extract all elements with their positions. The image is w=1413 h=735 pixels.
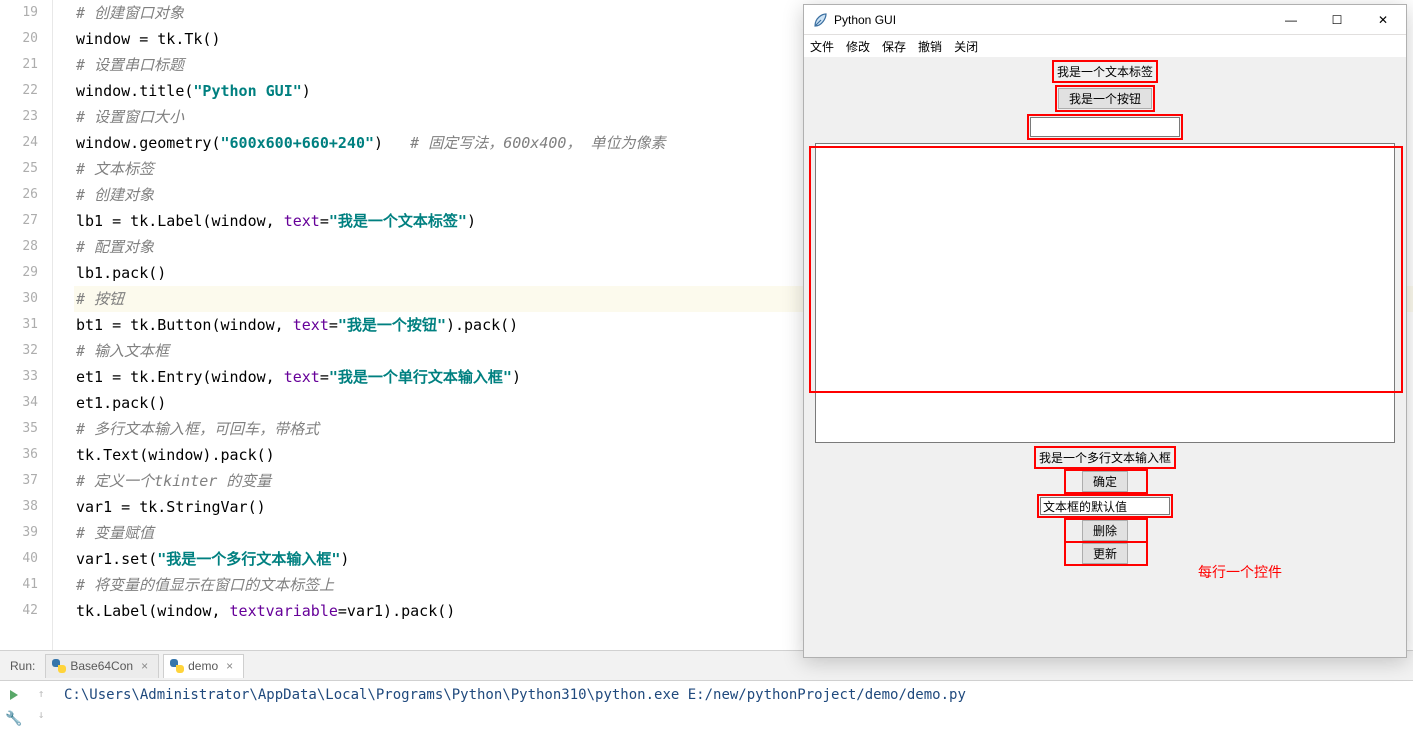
menu-undo[interactable]: 撤销: [918, 38, 942, 55]
menu-save[interactable]: 保存: [882, 38, 906, 55]
tk-text-widget[interactable]: [815, 143, 1395, 443]
line-number: 37: [0, 468, 38, 494]
run-tab-base64con[interactable]: Base64Con ×: [45, 654, 159, 678]
settings-button[interactable]: 🔧: [6, 711, 22, 727]
line-number: 39: [0, 520, 38, 546]
minimize-button[interactable]: —: [1268, 5, 1314, 35]
line-number: 33: [0, 364, 38, 390]
tk-button-1[interactable]: 我是一个按钮: [1058, 88, 1152, 109]
line-number: 32: [0, 338, 38, 364]
tk-menubar: 文件 修改 保存 撤销 关闭: [804, 35, 1406, 57]
line-number: 24: [0, 130, 38, 156]
line-number: 22: [0, 78, 38, 104]
tk-button-delete[interactable]: 删除: [1082, 520, 1128, 541]
tk-label-multiline: 我是一个多行文本输入框: [1037, 451, 1173, 465]
line-number: 26: [0, 182, 38, 208]
tk-body: 我是一个文本标签 我是一个按钮 我是一个多行文本输入框 确定 文本框的默认值 删…: [804, 57, 1406, 657]
run-label: Run:: [0, 659, 45, 673]
tk-entry-1[interactable]: [1030, 117, 1180, 137]
menu-close[interactable]: 关闭: [954, 38, 978, 55]
line-number: 42: [0, 598, 38, 624]
line-number: 19: [0, 0, 38, 26]
line-number: 36: [0, 442, 38, 468]
line-number: 34: [0, 390, 38, 416]
line-number: 28: [0, 234, 38, 260]
menu-file[interactable]: 文件: [810, 38, 834, 55]
line-number: 41: [0, 572, 38, 598]
tk-titlebar[interactable]: Python GUI — ☐ ✕: [804, 5, 1406, 35]
tk-annotation-text: 每行一个控件: [1198, 562, 1282, 582]
tkinter-window: Python GUI — ☐ ✕ 文件 修改 保存 撤销 关闭 我是一个文本标签…: [803, 4, 1407, 658]
arrow-down-icon[interactable]: ↓: [38, 708, 45, 721]
line-number: 25: [0, 156, 38, 182]
line-number: 27: [0, 208, 38, 234]
tk-feather-icon: [812, 12, 828, 28]
run-panel: Run: Base64Con × demo × 🔧 ↑ ↓ C:\Users\A…: [0, 650, 1413, 735]
tk-entry-default[interactable]: 文本框的默认值: [1040, 497, 1170, 515]
menu-modify[interactable]: 修改: [846, 38, 870, 55]
run-tab-demo[interactable]: demo ×: [163, 654, 244, 678]
line-number: 38: [0, 494, 38, 520]
run-toolbar-nav: ↑ ↓: [28, 681, 54, 735]
run-toolbar-left: 🔧: [0, 681, 28, 735]
arrow-up-icon[interactable]: ↑: [38, 687, 45, 700]
close-icon[interactable]: ×: [141, 654, 148, 678]
line-number: 23: [0, 104, 38, 130]
line-number: 21: [0, 52, 38, 78]
tab-label: Base64Con: [70, 654, 133, 678]
line-number: 30: [0, 286, 38, 312]
line-number: 31: [0, 312, 38, 338]
tk-title-text: Python GUI: [834, 13, 896, 27]
indent-guide: [52, 0, 74, 650]
tk-label-1: 我是一个文本标签: [1055, 65, 1155, 79]
tab-label: demo: [188, 654, 218, 678]
line-number: 35: [0, 416, 38, 442]
line-number-gutter: 1920212223242526272829303132333435363738…: [0, 0, 52, 650]
python-icon: [170, 659, 184, 673]
run-body: 🔧 ↑ ↓ C:\Users\Administrator\AppData\Loc…: [0, 681, 1413, 735]
tk-button-ok[interactable]: 确定: [1082, 471, 1128, 492]
close-icon[interactable]: ×: [226, 654, 233, 678]
line-number: 40: [0, 546, 38, 572]
python-icon: [52, 659, 66, 673]
run-output-text[interactable]: C:\Users\Administrator\AppData\Local\Pro…: [54, 681, 1413, 735]
tk-button-update[interactable]: 更新: [1082, 543, 1128, 564]
line-number: 20: [0, 26, 38, 52]
close-button[interactable]: ✕: [1360, 5, 1406, 35]
line-number: 29: [0, 260, 38, 286]
maximize-button[interactable]: ☐: [1314, 5, 1360, 35]
rerun-button[interactable]: [6, 687, 22, 703]
